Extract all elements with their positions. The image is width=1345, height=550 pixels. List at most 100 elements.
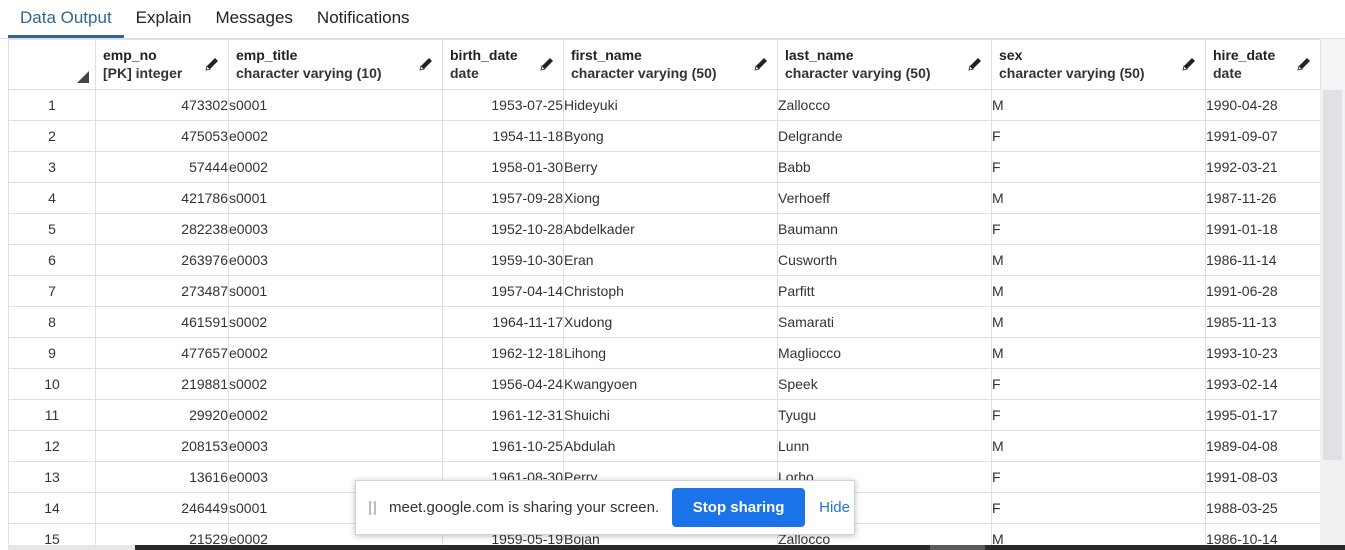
cell-birth-date[interactable]: 1953-07-25 — [442, 89, 564, 121]
cell-sex[interactable]: M — [991, 244, 1206, 276]
cell-hire-date[interactable]: 1992-03-21 — [1205, 151, 1321, 183]
table-row[interactable]: 12 208153 e0003 1961-10-25 Abdulah Lunn M 1989-… — [8, 430, 1321, 462]
cell-last-name[interactable]: Baumann — [777, 213, 992, 245]
table-row[interactable]: 5 282238 e0003 1952-10-28 Abdelkader Baumann F… — [8, 213, 1321, 245]
row-number[interactable]: 9 — [8, 337, 96, 369]
cell-hire-date[interactable]: 1988-03-25 — [1205, 492, 1321, 524]
tab-messages[interactable]: Messages — [203, 8, 304, 38]
cell-birth-date[interactable]: 1956-04-24 — [442, 368, 564, 400]
cell-emp-no[interactable]: 29920 — [95, 399, 229, 431]
cell-emp-title[interactable]: s0001 — [228, 89, 443, 121]
cell-birth-date[interactable]: 1957-04-14 — [442, 275, 564, 307]
select-all-corner[interactable] — [8, 39, 96, 90]
cell-hire-date[interactable]: 1993-02-14 — [1205, 368, 1321, 400]
row-number[interactable]: 12 — [8, 430, 96, 462]
column-header-hire-date[interactable]: hire_date date — [1205, 39, 1321, 90]
cell-sex[interactable]: F — [991, 213, 1206, 245]
column-header-first-name[interactable]: first_name character varying (50) — [563, 39, 778, 90]
tab-notifications[interactable]: Notifications — [305, 8, 422, 38]
cell-hire-date[interactable]: 1991-08-03 — [1205, 461, 1321, 493]
cell-first-name[interactable]: Abdelkader — [563, 213, 778, 245]
edit-pencil-icon[interactable] — [753, 56, 769, 72]
drag-handle-icon[interactable] — [369, 500, 376, 515]
cell-hire-date[interactable]: 1987-11-26 — [1205, 182, 1321, 214]
cell-emp-title[interactable]: e0003 — [228, 213, 443, 245]
cell-birth-date[interactable]: 1961-10-25 — [442, 430, 564, 462]
cell-birth-date[interactable]: 1957-09-28 — [442, 182, 564, 214]
cell-first-name[interactable]: Christoph — [563, 275, 778, 307]
cell-emp-no[interactable]: 219881 — [95, 368, 229, 400]
cell-hire-date[interactable]: 1991-06-28 — [1205, 275, 1321, 307]
cell-first-name[interactable]: Lihong — [563, 337, 778, 369]
table-row[interactable]: 1 473302 s0001 1953-07-25 Hideyuki Zallocco M 1… — [8, 89, 1321, 121]
edit-pencil-icon[interactable] — [1181, 56, 1197, 72]
cell-last-name[interactable]: Delgrande — [777, 120, 992, 152]
cell-sex[interactable]: M — [991, 89, 1206, 121]
edit-pencil-icon[interactable] — [539, 56, 555, 72]
cell-birth-date[interactable]: 1952-10-28 — [442, 213, 564, 245]
cell-hire-date[interactable]: 1985-11-13 — [1205, 306, 1321, 338]
cell-last-name[interactable]: Samarati — [777, 306, 992, 338]
column-header-emp-title[interactable]: emp_title character varying (10) — [228, 39, 443, 90]
cell-emp-title[interactable]: s0002 — [228, 306, 443, 338]
table-row[interactable]: 9 477657 e0002 1962-12-18 Lihong Magliocco M 19… — [8, 337, 1321, 369]
table-row[interactable]: 8 461591 s0002 1964-11-17 Xudong Samarati M 198… — [8, 306, 1321, 338]
cell-sex[interactable]: M — [991, 430, 1206, 462]
stop-sharing-button[interactable]: Stop sharing — [672, 488, 806, 527]
cell-sex[interactable]: F — [991, 120, 1206, 152]
cell-emp-title[interactable]: s0002 — [228, 368, 443, 400]
row-number[interactable]: 14 — [8, 492, 96, 524]
cell-birth-date[interactable]: 1961-12-31 — [442, 399, 564, 431]
edit-pencil-icon[interactable] — [1296, 56, 1312, 72]
table-row[interactable]: 11 29920 e0002 1961-12-31 Shuichi Tyugu F 1995-… — [8, 399, 1321, 431]
table-row[interactable]: 7 273487 s0001 1957-04-14 Christoph Parfitt M 1… — [8, 275, 1321, 307]
cell-first-name[interactable]: Xiong — [563, 182, 778, 214]
row-number[interactable]: 11 — [8, 399, 96, 431]
cell-emp-no[interactable]: 477657 — [95, 337, 229, 369]
cell-emp-title[interactable]: e0003 — [228, 244, 443, 276]
cell-emp-no[interactable]: 263976 — [95, 244, 229, 276]
cell-emp-no[interactable]: 13616 — [95, 461, 229, 493]
column-header-birth-date[interactable]: birth_date date — [442, 39, 564, 90]
table-row[interactable]: 2 475053 e0002 1954-11-18 Byong Delgrande F 199… — [8, 120, 1321, 152]
cell-emp-no[interactable]: 421786 — [95, 182, 229, 214]
table-row[interactable]: 6 263976 e0003 1959-10-30 Eran Cusworth M 1986-… — [8, 244, 1321, 276]
cell-sex[interactable]: M — [991, 182, 1206, 214]
cell-hire-date[interactable]: 1989-04-08 — [1205, 430, 1321, 462]
cell-hire-date[interactable]: 1993-10-23 — [1205, 337, 1321, 369]
row-number[interactable]: 10 — [8, 368, 96, 400]
cell-emp-title[interactable]: e0002 — [228, 151, 443, 183]
cell-sex[interactable]: M — [991, 306, 1206, 338]
cell-birth-date[interactable]: 1958-01-30 — [442, 151, 564, 183]
row-number[interactable]: 7 — [8, 275, 96, 307]
table-row[interactable]: 3 57444 e0002 1958-01-30 Berry Babb F 1992-03-2… — [8, 151, 1321, 183]
cell-first-name[interactable]: Kwangyoen — [563, 368, 778, 400]
row-number[interactable]: 5 — [8, 213, 96, 245]
column-header-emp-no[interactable]: emp_no [PK] integer — [95, 39, 229, 90]
tab-explain[interactable]: Explain — [124, 8, 204, 38]
cell-sex[interactable]: M — [991, 337, 1206, 369]
cell-last-name[interactable]: Verhoeff — [777, 182, 992, 214]
cell-last-name[interactable]: Magliocco — [777, 337, 992, 369]
cell-last-name[interactable]: Tyugu — [777, 399, 992, 431]
cell-birth-date[interactable]: 1959-10-30 — [442, 244, 564, 276]
cell-first-name[interactable]: Byong — [563, 120, 778, 152]
table-row[interactable]: 4 421786 s0001 1957-09-28 Xiong Verhoeff M 1987… — [8, 182, 1321, 214]
column-header-sex[interactable]: sex character varying (50) — [991, 39, 1206, 90]
cell-emp-no[interactable]: 273487 — [95, 275, 229, 307]
cell-sex[interactable]: F — [991, 399, 1206, 431]
cell-sex[interactable]: M — [991, 275, 1206, 307]
edit-pencil-icon[interactable] — [418, 56, 434, 72]
cell-last-name[interactable]: Lunn — [777, 430, 992, 462]
cell-emp-no[interactable]: 461591 — [95, 306, 229, 338]
row-number[interactable]: 3 — [8, 151, 96, 183]
cell-first-name[interactable]: Berry — [563, 151, 778, 183]
cell-emp-no[interactable]: 57444 — [95, 151, 229, 183]
cell-emp-title[interactable]: e0002 — [228, 120, 443, 152]
cell-sex[interactable]: F — [991, 461, 1206, 493]
row-number[interactable]: 4 — [8, 182, 96, 214]
cell-emp-no[interactable]: 475053 — [95, 120, 229, 152]
cell-emp-title[interactable]: e0002 — [228, 399, 443, 431]
cell-birth-date[interactable]: 1964-11-17 — [442, 306, 564, 338]
cell-hire-date[interactable]: 1991-09-07 — [1205, 120, 1321, 152]
